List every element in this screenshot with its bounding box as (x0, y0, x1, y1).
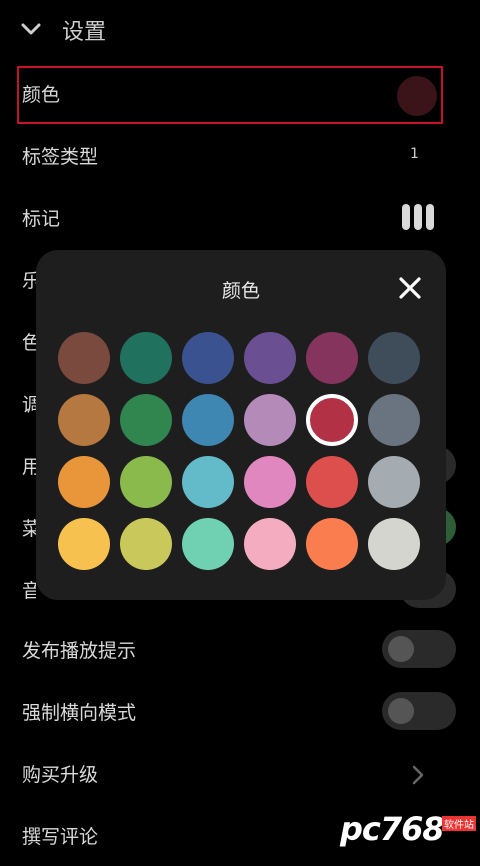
toggle-knob (388, 698, 414, 724)
tag-type-value: 1 (410, 146, 419, 162)
hidden-setting-label: 菜 (22, 518, 36, 540)
chevron-down-icon[interactable] (20, 18, 42, 40)
watermark-brand: pc768 (340, 810, 445, 848)
color-swatch[interactable] (244, 456, 296, 508)
write-review-label: 撰写评论 (22, 826, 99, 848)
hidden-setting-label: 调 (22, 394, 36, 416)
color-swatch[interactable] (182, 518, 234, 570)
publish-hint-row[interactable]: 发布播放提示 (0, 620, 480, 680)
highlight-frame (17, 66, 443, 124)
color-swatch[interactable] (244, 332, 296, 384)
hidden-setting-label: 用 (22, 456, 36, 478)
color-setting-row[interactable]: 颜色 (0, 66, 480, 126)
color-swatch[interactable] (182, 394, 234, 446)
color-swatch[interactable] (244, 394, 296, 446)
current-color-swatch[interactable] (397, 76, 437, 116)
hidden-setting-label: 音 (22, 580, 36, 602)
force-landscape-row[interactable]: 强制横向模式 (0, 682, 480, 742)
color-swatch[interactable] (368, 456, 420, 508)
color-swatch[interactable] (306, 518, 358, 570)
color-swatch[interactable] (120, 518, 172, 570)
dialog-title: 颜色 (221, 280, 260, 302)
watermark-logo: pc768 软件站 (340, 808, 478, 848)
color-swatch[interactable] (58, 332, 110, 384)
color-swatch[interactable] (244, 518, 296, 570)
publish-hint-toggle[interactable] (382, 630, 456, 668)
color-setting-label: 颜色 (22, 84, 61, 106)
mark-bars-icon[interactable] (402, 204, 434, 230)
hidden-setting-label: 色 (22, 332, 36, 354)
color-swatch[interactable] (58, 456, 110, 508)
tag-type-row[interactable]: 标签类型 1 (0, 126, 480, 186)
color-swatch[interactable] (182, 456, 234, 508)
color-swatch[interactable] (58, 518, 110, 570)
force-landscape-toggle[interactable] (382, 692, 456, 730)
chevron-right-icon (412, 765, 424, 785)
hidden-setting-label: 乐 (22, 270, 36, 292)
color-swatch[interactable] (306, 332, 358, 384)
color-swatch[interactable] (182, 332, 234, 384)
color-swatch[interactable] (58, 394, 110, 446)
publish-hint-label: 发布播放提示 (22, 640, 137, 662)
force-landscape-label: 强制横向模式 (22, 702, 137, 724)
tag-type-label: 标签类型 (22, 146, 99, 168)
color-swatch[interactable] (120, 456, 172, 508)
color-swatch[interactable] (120, 394, 172, 446)
settings-header[interactable]: 设置 (0, 0, 480, 62)
color-swatch[interactable] (368, 518, 420, 570)
color-swatch[interactable] (306, 456, 358, 508)
color-swatch[interactable] (306, 394, 358, 446)
color-swatch[interactable] (368, 332, 420, 384)
close-icon[interactable] (398, 276, 422, 300)
color-swatch[interactable] (120, 332, 172, 384)
buy-upgrade-row[interactable]: 购买升级 (0, 744, 480, 804)
toggle-knob (388, 636, 414, 662)
watermark-site: 软件站 (442, 816, 476, 831)
settings-title: 设置 (62, 20, 107, 45)
color-swatch[interactable] (368, 394, 420, 446)
buy-upgrade-label: 购买升级 (22, 764, 99, 786)
mark-row[interactable]: 标记 (0, 188, 480, 248)
mark-label: 标记 (22, 208, 61, 230)
color-picker-dialog: 颜色 (36, 250, 446, 600)
